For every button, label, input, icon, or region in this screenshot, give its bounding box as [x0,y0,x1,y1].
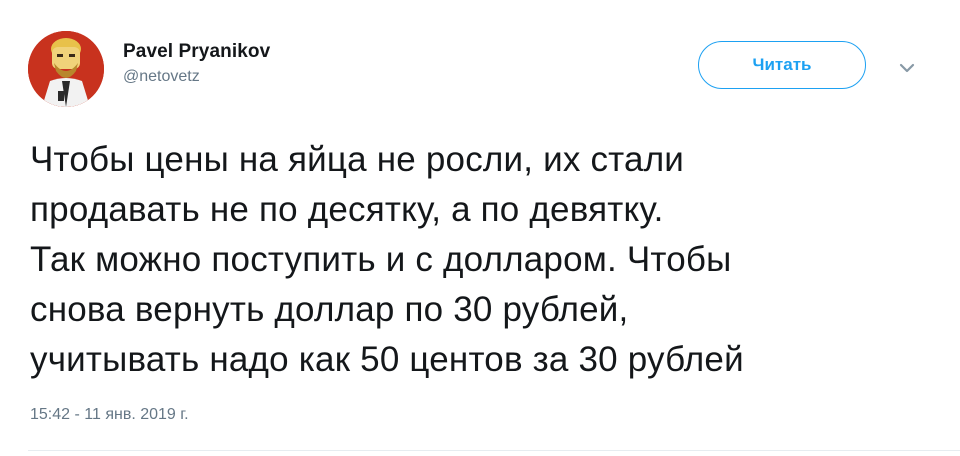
avatar[interactable] [28,31,104,107]
tweet-timestamp[interactable]: 15:42 - 11 янв. 2019 г. [30,406,189,424]
author-block: Pavel Pryanikov @netovetz [123,41,270,87]
tweet-text-line: Так можно поступить и с долларом. Чтобы [30,240,732,279]
tweet-text-line: снова вернуть доллар по 30 рублей, [30,290,629,329]
author-handle[interactable]: @netovetz [123,67,270,87]
divider [28,450,960,451]
tweet-text: Чтобы цены на яйца не росли, их стали пр… [30,135,940,385]
tweet-text-line: Чтобы цены на яйца не росли, их стали [30,140,685,179]
author-display-name[interactable]: Pavel Pryanikov [123,41,270,63]
chevron-down-icon [899,63,915,73]
follow-button[interactable]: Читать [698,41,866,89]
tweet-text-line: продавать не по десятку, а по девятку. [30,190,664,229]
tweet-menu-button[interactable] [897,61,917,75]
tweet-card: Pavel Pryanikov @netovetz Читать Чтобы ц… [0,0,960,456]
avatar-image [28,31,104,107]
tweet-text-line: учитывать надо как 50 центов за 30 рубле… [30,340,744,379]
